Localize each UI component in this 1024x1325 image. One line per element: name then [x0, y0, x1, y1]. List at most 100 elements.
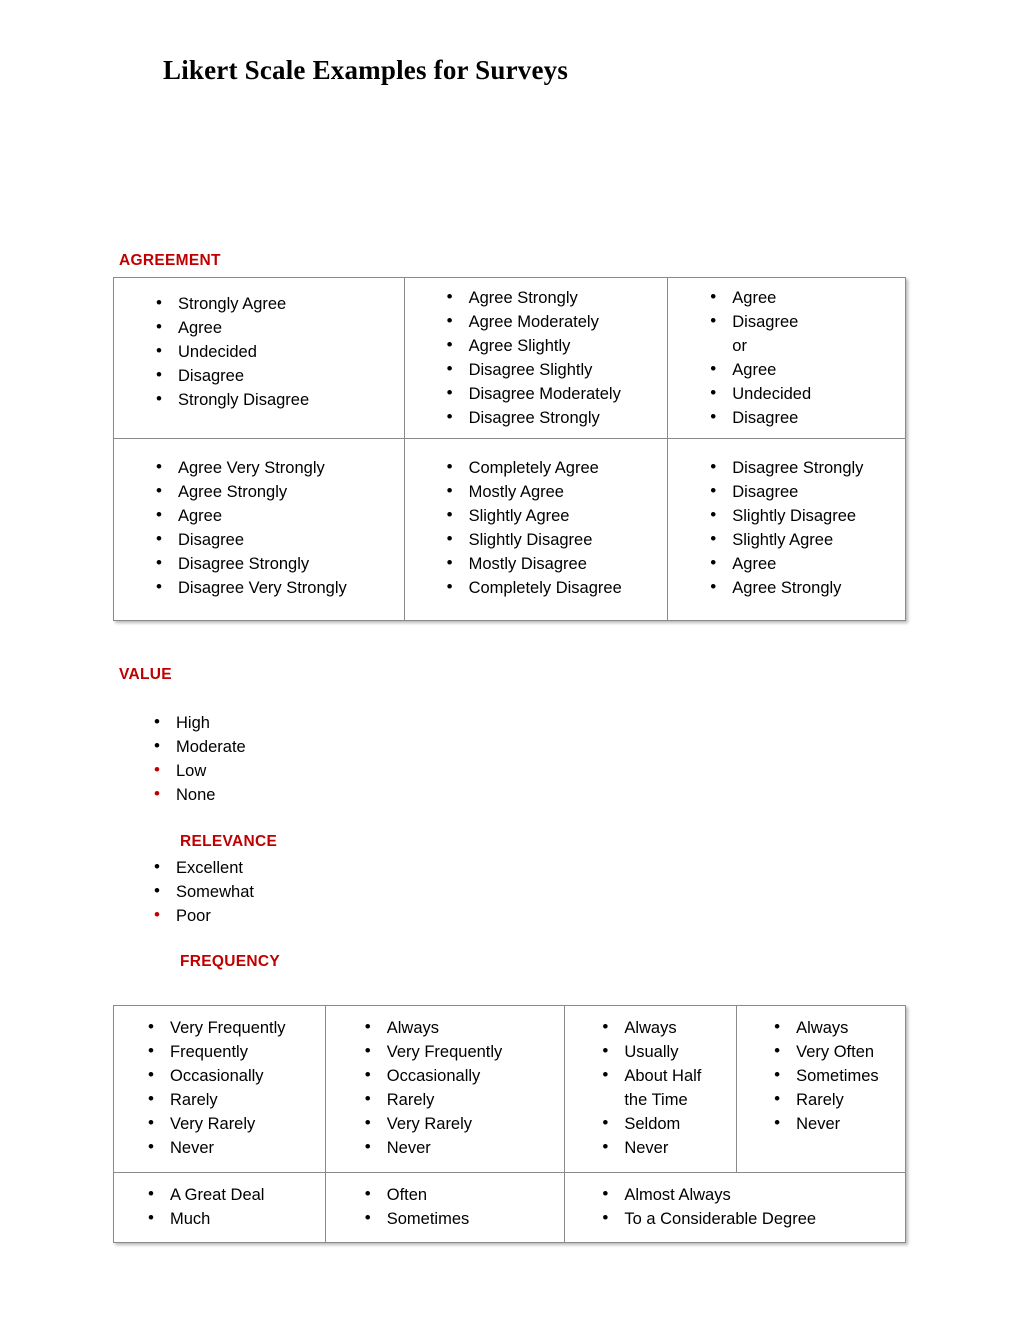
list-item: Agree Moderately — [443, 309, 662, 334]
table-row: Agree Very Strongly Agree Strongly Agree… — [113, 438, 906, 621]
list-item: Usually — [598, 1039, 730, 1064]
list-item: Often — [361, 1182, 559, 1207]
page-title: Likert Scale Examples for Surveys — [163, 55, 569, 85]
list-item: To a Considerable Degree — [598, 1206, 899, 1231]
list-item: Disagree Strongly — [706, 455, 899, 480]
scale-list: Agree Disagree or Agree Undecided Disagr… — [706, 285, 899, 430]
list-item: Very Frequently — [361, 1039, 559, 1064]
list-item: Slightly Disagree — [443, 527, 662, 552]
list-item: Excellent — [150, 855, 254, 880]
list-item: Undecided — [706, 381, 899, 406]
list-item: Sometimes — [770, 1063, 899, 1088]
list-item: Never — [144, 1135, 319, 1160]
table-cell: Often Sometimes — [324, 1172, 566, 1243]
scale-list: Agree Very Strongly Agree Strongly Agree… — [152, 455, 398, 600]
document-page: Likert Scale Examples for Surveys AGREEM… — [0, 0, 1024, 1325]
list-item: Agree — [706, 551, 899, 576]
list-item: Always — [598, 1015, 730, 1040]
table-cell: A Great Deal Much — [113, 1172, 326, 1243]
list-item: Very Often — [770, 1039, 899, 1064]
list-item: Disagree — [706, 479, 899, 504]
scale-list: Agree Strongly Agree Moderately Agree Sl… — [443, 285, 662, 430]
list-item: Agree Strongly — [706, 575, 899, 600]
list-item: Never — [361, 1135, 559, 1160]
list-item: Very Rarely — [144, 1111, 319, 1136]
list-item: Much — [144, 1206, 319, 1231]
list-item: Poor — [150, 903, 254, 928]
table-row: A Great Deal Much Often Sometimes — [113, 1172, 906, 1243]
list-item: Low — [150, 758, 246, 783]
table-cell: Completely Agree Mostly Agree Slightly A… — [403, 438, 669, 621]
list-item: Frequently — [144, 1039, 319, 1064]
list-item: Very Frequently — [144, 1015, 319, 1040]
list-item: Agree — [152, 503, 398, 528]
list-item: Somewhat — [150, 879, 254, 904]
table-cell: Always Usually About Half the Time Seldo… — [564, 1005, 738, 1173]
list-item-continuation: the Time — [624, 1091, 688, 1109]
list-item: Disagree — [152, 363, 398, 388]
list-item: Agree — [152, 315, 398, 340]
list-item: Rarely — [361, 1087, 559, 1112]
list-item: Completely Disagree — [443, 575, 662, 600]
list-item: Mostly Agree — [443, 479, 662, 504]
table-cell: Agree Disagree or Agree Undecided Disagr… — [667, 277, 906, 439]
list-item: Never — [598, 1135, 730, 1160]
list-item: Disagree Moderately — [443, 381, 662, 406]
list-item: Rarely — [144, 1087, 319, 1112]
list-item: Disagree Strongly — [152, 551, 398, 576]
list-item: Disagree — [706, 309, 899, 334]
scale-list: Often Sometimes — [361, 1182, 559, 1231]
list-item: Sometimes — [361, 1206, 559, 1231]
list-item: About Half — [598, 1063, 730, 1088]
section-heading-agreement: AGREEMENT — [119, 252, 221, 269]
value-scale-list: High Moderate Low None — [150, 710, 246, 807]
list-item: Disagree Strongly — [443, 405, 662, 430]
scale-list: Almost Always To a Considerable Degree — [598, 1182, 899, 1231]
list-item: Strongly Disagree — [152, 387, 398, 412]
list-item: Agree Slightly — [443, 333, 662, 358]
scale-list: Always Very Frequently Occasionally Rare… — [361, 1015, 559, 1160]
relevance-scale-list: Excellent Somewhat Poor — [150, 855, 254, 928]
list-item: Occasionally — [144, 1063, 319, 1088]
scale-list: Completely Agree Mostly Agree Slightly A… — [443, 455, 662, 600]
list-item: Disagree Slightly — [443, 357, 662, 382]
list-item: Agree Very Strongly — [152, 455, 398, 480]
list-item: Disagree — [706, 405, 899, 430]
list-item: Always — [770, 1015, 899, 1040]
list-item: Disagree Very Strongly — [152, 575, 398, 600]
table-cell: Disagree Strongly Disagree Slightly Disa… — [667, 438, 906, 621]
list-item: None — [150, 782, 246, 807]
frequency-table: Very Frequently Frequently Occasionally … — [113, 1005, 906, 1243]
table-cell: Agree Strongly Agree Moderately Agree Sl… — [403, 277, 669, 439]
scale-list: Strongly Agree Agree Undecided Disagree … — [152, 291, 398, 412]
section-heading-frequency: FREQUENCY — [180, 953, 281, 970]
list-item: Agree Strongly — [152, 479, 398, 504]
list-item: Almost Always — [598, 1182, 899, 1207]
list-item: Seldom — [598, 1111, 730, 1136]
scale-list: A Great Deal Much — [144, 1182, 319, 1231]
table-cell: Agree Very Strongly Agree Strongly Agree… — [113, 438, 405, 621]
list-item: Never — [770, 1111, 899, 1136]
list-item: Agree Strongly — [443, 285, 662, 310]
list-item: Agree — [706, 357, 899, 382]
list-item: Very Rarely — [361, 1111, 559, 1136]
list-item: Moderate — [150, 734, 246, 759]
list-item: Undecided — [152, 339, 398, 364]
list-item: Agree — [706, 285, 899, 310]
table-row: Very Frequently Frequently Occasionally … — [113, 1005, 906, 1173]
table-cell-merged: Almost Always To a Considerable Degree — [564, 1172, 906, 1243]
list-item: Rarely — [770, 1087, 899, 1112]
list-item: High — [150, 710, 246, 735]
list-item: Occasionally — [361, 1063, 559, 1088]
list-item: Completely Agree — [443, 455, 662, 480]
list-item: Strongly Agree — [152, 291, 398, 316]
table-cell: Always Very Often Sometimes Rarely Never — [736, 1005, 906, 1173]
list-item-separator: or — [732, 337, 747, 355]
section-heading-relevance: RELEVANCE — [180, 833, 278, 850]
list-item: Slightly Agree — [706, 527, 899, 552]
table-cell: Always Very Frequently Occasionally Rare… — [324, 1005, 566, 1173]
scale-list: Always Usually About Half the Time Seldo… — [598, 1015, 730, 1160]
table-cell: Strongly Agree Agree Undecided Disagree … — [113, 277, 405, 439]
section-heading-value: VALUE — [119, 666, 172, 683]
table-row: Strongly Agree Agree Undecided Disagree … — [113, 277, 906, 439]
